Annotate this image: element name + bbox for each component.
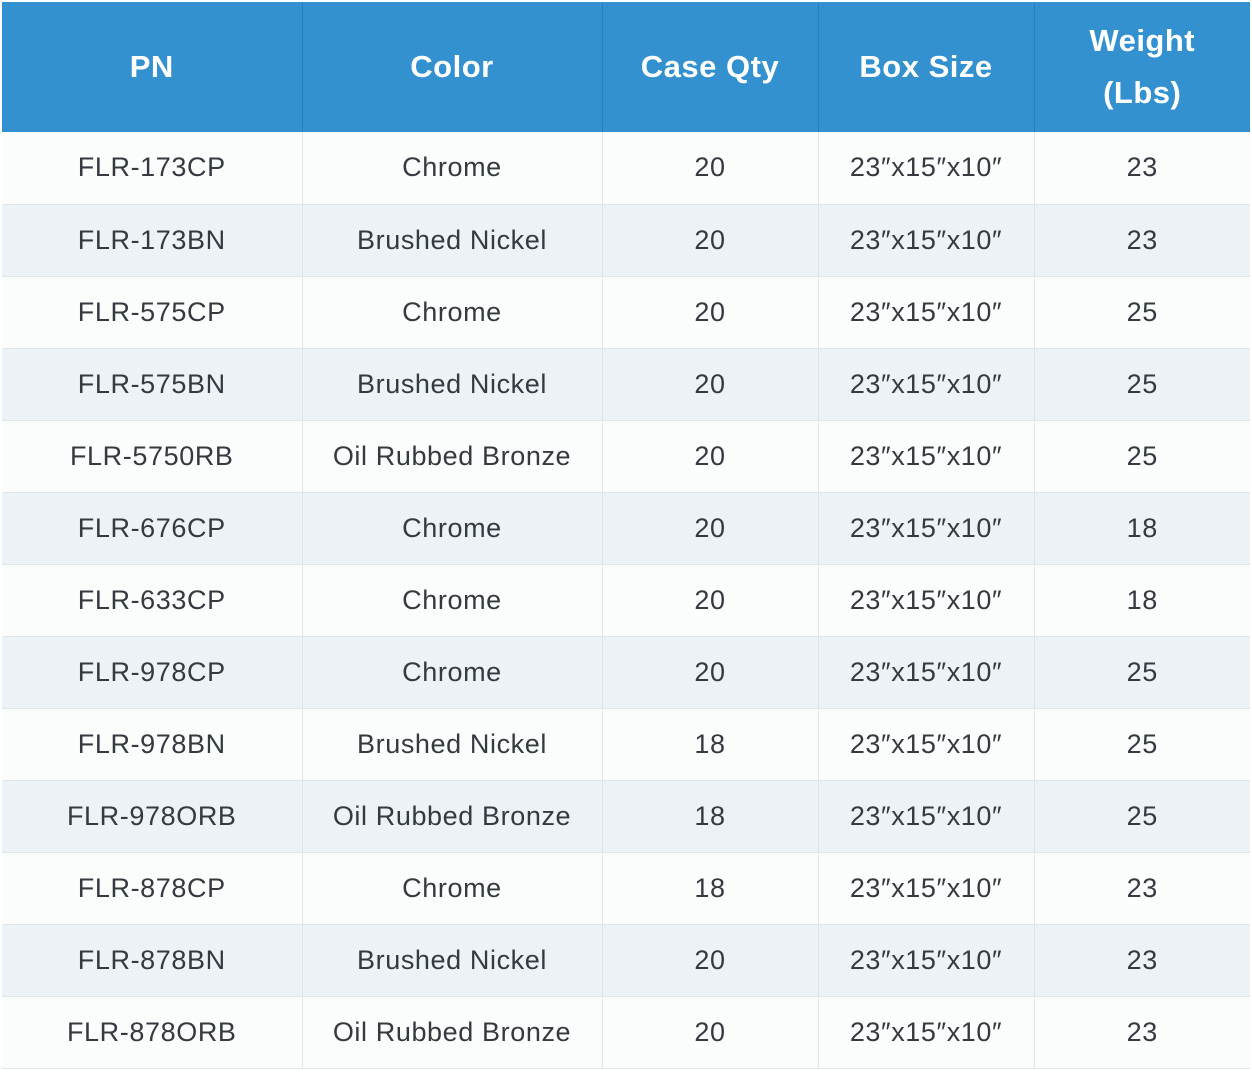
header-weight-line2: (Lbs)	[1103, 75, 1182, 110]
table-row: FLR-173CP Chrome 20 23″x15″x10″ 23	[2, 132, 1250, 205]
cell-color: Chrome	[302, 132, 603, 205]
cell-color: Oil Rubbed Bronze	[302, 996, 603, 1069]
cell-weight: 25	[1034, 348, 1250, 421]
cell-color: Brushed Nickel	[302, 708, 603, 781]
cell-case-qty: 18	[602, 852, 819, 925]
table-row: FLR-5750RB Oil Rubbed Bronze 20 23″x15″x10″…	[2, 420, 1250, 493]
cell-case-qty: 20	[602, 276, 819, 349]
cell-box-size: 23″x15″x10″	[818, 132, 1035, 205]
cell-weight: 25	[1034, 636, 1250, 709]
product-table-container: PN Color Case Qty Box Size Weight (Lbs) …	[2, 2, 1250, 1069]
header-pn: PN	[2, 2, 303, 132]
cell-box-size: 23″x15″x10″	[818, 852, 1035, 925]
cell-weight: 25	[1034, 276, 1250, 349]
cell-color: Chrome	[302, 564, 603, 637]
cell-box-size: 23″x15″x10″	[818, 420, 1035, 493]
cell-box-size: 23″x15″x10″	[818, 708, 1035, 781]
cell-pn: FLR-978ORB	[2, 780, 303, 853]
cell-case-qty: 20	[602, 420, 819, 493]
cell-case-qty: 20	[602, 924, 819, 997]
table-row: FLR-173BN Brushed Nickel 20 23″x15″x10″ 23	[2, 204, 1250, 277]
table-row: FLR-878ORB Oil Rubbed Bronze 20 23″x15″x10″…	[2, 996, 1250, 1069]
header-weight: Weight (Lbs)	[1034, 2, 1250, 132]
cell-weight: 23	[1034, 852, 1250, 925]
table-row: FLR-575BN Brushed Nickel 20 23″x15″x10″ 25	[2, 348, 1250, 421]
cell-color: Oil Rubbed Bronze	[302, 420, 603, 493]
cell-case-qty: 20	[602, 996, 819, 1069]
product-specs-table: PN Color Case Qty Box Size Weight (Lbs) …	[2, 2, 1250, 1069]
header-row: PN Color Case Qty Box Size Weight (Lbs)	[2, 2, 1250, 132]
header-case-qty: Case Qty	[602, 2, 819, 132]
cell-weight: 18	[1034, 492, 1250, 565]
cell-pn: FLR-575BN	[2, 348, 303, 421]
cell-pn: FLR-878ORB	[2, 996, 303, 1069]
cell-pn: FLR-633CP	[2, 564, 303, 637]
cell-box-size: 23″x15″x10″	[818, 996, 1035, 1069]
header-weight-line1: Weight	[1089, 23, 1196, 58]
table-header: PN Color Case Qty Box Size Weight (Lbs)	[2, 2, 1250, 132]
table-body: FLR-173CP Chrome 20 23″x15″x10″ 23 FLR-173BN B…	[2, 132, 1250, 1069]
table-row: FLR-978ORB Oil Rubbed Bronze 18 23″x15″x10″…	[2, 780, 1250, 853]
cell-case-qty: 20	[602, 564, 819, 637]
cell-box-size: 23″x15″x10″	[818, 636, 1035, 709]
cell-pn: FLR-173BN	[2, 204, 303, 277]
cell-box-size: 23″x15″x10″	[818, 348, 1035, 421]
cell-weight: 23	[1034, 924, 1250, 997]
cell-pn: FLR-173CP	[2, 132, 303, 205]
cell-case-qty: 20	[602, 492, 819, 565]
cell-weight: 23	[1034, 204, 1250, 277]
cell-color: Brushed Nickel	[302, 924, 603, 997]
cell-color: Oil Rubbed Bronze	[302, 780, 603, 853]
cell-box-size: 23″x15″x10″	[818, 924, 1035, 997]
cell-case-qty: 20	[602, 636, 819, 709]
cell-box-size: 23″x15″x10″	[818, 780, 1035, 853]
table-row: FLR-878CP Chrome 18 23″x15″x10″ 23	[2, 852, 1250, 925]
cell-weight: 23	[1034, 132, 1250, 205]
cell-case-qty: 20	[602, 204, 819, 277]
cell-pn: FLR-878BN	[2, 924, 303, 997]
header-color: Color	[302, 2, 603, 132]
cell-pn: FLR-978BN	[2, 708, 303, 781]
table-row: FLR-978BN Brushed Nickel 18 23″x15″x10″ 25	[2, 708, 1250, 781]
cell-color: Brushed Nickel	[302, 204, 603, 277]
cell-box-size: 23″x15″x10″	[818, 564, 1035, 637]
table-row: FLR-978CP Chrome 20 23″x15″x10″ 25	[2, 636, 1250, 709]
cell-case-qty: 18	[602, 708, 819, 781]
cell-color: Brushed Nickel	[302, 348, 603, 421]
cell-case-qty: 18	[602, 780, 819, 853]
cell-color: Chrome	[302, 276, 603, 349]
cell-box-size: 23″x15″x10″	[818, 492, 1035, 565]
cell-pn: FLR-676CP	[2, 492, 303, 565]
cell-case-qty: 20	[602, 348, 819, 421]
cell-weight: 23	[1034, 996, 1250, 1069]
table-row: FLR-676CP Chrome 20 23″x15″x10″ 18	[2, 492, 1250, 565]
cell-pn: FLR-575CP	[2, 276, 303, 349]
cell-pn: FLR-978CP	[2, 636, 303, 709]
table-row: FLR-575CP Chrome 20 23″x15″x10″ 25	[2, 276, 1250, 349]
cell-weight: 25	[1034, 708, 1250, 781]
cell-box-size: 23″x15″x10″	[818, 204, 1035, 277]
table-row: FLR-878BN Brushed Nickel 20 23″x15″x10″ 23	[2, 924, 1250, 997]
cell-pn: FLR-878CP	[2, 852, 303, 925]
cell-weight: 18	[1034, 564, 1250, 637]
cell-color: Chrome	[302, 852, 603, 925]
cell-color: Chrome	[302, 636, 603, 709]
cell-weight: 25	[1034, 420, 1250, 493]
cell-box-size: 23″x15″x10″	[818, 276, 1035, 349]
cell-color: Chrome	[302, 492, 603, 565]
cell-weight: 25	[1034, 780, 1250, 853]
cell-pn: FLR-5750RB	[2, 420, 303, 493]
header-box-size: Box Size	[818, 2, 1035, 132]
table-row: FLR-633CP Chrome 20 23″x15″x10″ 18	[2, 564, 1250, 637]
cell-case-qty: 20	[602, 132, 819, 205]
